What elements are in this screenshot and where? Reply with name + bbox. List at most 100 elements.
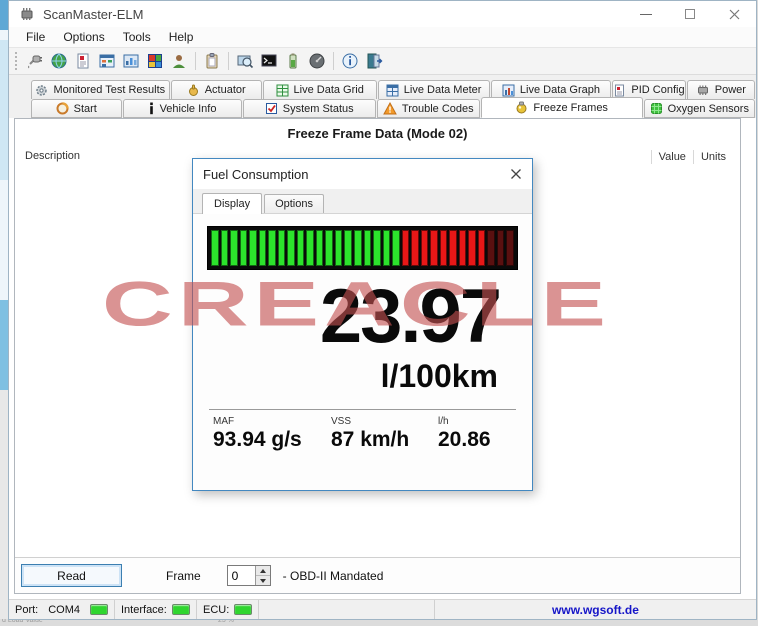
port-led-icon [89, 604, 108, 615]
tab-system-status[interactable]: System Status [242, 99, 376, 118]
tab-zone: Monitored Test Results Actuator Live Dat… [9, 75, 756, 118]
tab-vehicle-info[interactable]: Vehicle Info [122, 99, 242, 118]
connect-plug-icon[interactable] [23, 50, 47, 72]
menu-bar: File Options Tools Help [9, 27, 756, 48]
column-divider [692, 150, 694, 164]
tab-live-data-grid[interactable]: Live Data Grid [262, 80, 377, 99]
window-controls [624, 1, 756, 27]
gauge-segment [506, 230, 514, 266]
tab-label: Live Data Grid [293, 84, 364, 96]
gauge-segment [468, 230, 476, 266]
gauge-segment [287, 230, 295, 266]
gauge-segment [344, 230, 352, 266]
tab-oxygen-sensors[interactable]: Oxygen Sensors [643, 99, 755, 118]
background-block [0, 0, 8, 30]
dialog-title: Fuel Consumption [203, 166, 309, 182]
tab-label: PID Config [631, 84, 685, 96]
minimize-icon [640, 13, 652, 15]
reading-label: MAF [213, 415, 235, 427]
toolbar-separator [228, 52, 229, 70]
gauge-segment [211, 230, 219, 266]
gauge-segment [249, 230, 257, 266]
gauge-segment [449, 230, 457, 266]
report-icon[interactable] [71, 50, 95, 72]
status-spacer [259, 600, 435, 619]
tab-label: Start [73, 102, 97, 115]
tab-label: Freeze Frames [533, 101, 608, 114]
data-meter-icon[interactable] [119, 50, 143, 72]
frame-label: Frame [166, 568, 201, 583]
read-button[interactable]: Read [21, 564, 122, 587]
minimize-button[interactable] [624, 1, 668, 27]
menu-options[interactable]: Options [54, 28, 113, 46]
info-icon[interactable] [338, 50, 362, 72]
warning-icon [383, 102, 397, 115]
tab-live-data-meter[interactable]: Live Data Meter [377, 80, 490, 99]
dialog-close-icon[interactable] [510, 168, 522, 180]
tab-power[interactable]: Power [686, 80, 755, 99]
dialog-tab-display[interactable]: Display [202, 193, 263, 214]
tab-monitored-test-results[interactable]: Monitored Test Results [31, 80, 170, 99]
gauge-segment [258, 230, 267, 266]
dialog-body: 23.97 l/100km MAF 93.94 g/s VSS 87 km/h … [193, 214, 532, 490]
search-screen-icon[interactable] [233, 50, 257, 72]
exit-icon[interactable] [362, 50, 386, 72]
gauge-segment [420, 230, 429, 266]
gauge-segment [306, 230, 314, 266]
terminal-icon[interactable] [257, 50, 281, 72]
gauge-segment [401, 230, 410, 266]
reading-label: l/h [438, 415, 449, 427]
toolbar-separator [195, 52, 196, 70]
gauge-segment [353, 230, 362, 266]
ecu-led-icon [234, 604, 252, 615]
tab-start[interactable]: Start [31, 99, 122, 118]
gauge-segment [439, 230, 448, 266]
website-link[interactable]: www.wgsoft.de [552, 603, 639, 617]
dialog-title-bar: Fuel Consumption [193, 159, 532, 189]
clipboard-icon[interactable] [200, 50, 224, 72]
oxygen-icon [650, 102, 663, 115]
battery-icon[interactable] [281, 50, 305, 72]
fuel-gauge [207, 226, 518, 270]
menu-help[interactable]: Help [160, 28, 203, 46]
status-bar: Port: COM4 Interface: ECU: www.wgsoft.de [9, 599, 756, 619]
info-i-icon [148, 102, 155, 115]
frame-input[interactable] [227, 566, 255, 585]
column-value: Value [658, 151, 686, 163]
background-block [0, 40, 8, 180]
gauge-segment [220, 230, 229, 266]
tab-label: Power [714, 84, 746, 96]
gauge-segment [363, 230, 372, 266]
tab-actuator[interactable]: Actuator [170, 80, 262, 99]
toolbar-grip [15, 52, 19, 70]
status-ecu: ECU: [197, 600, 259, 619]
maximize-button[interactable] [668, 1, 712, 27]
spin-down-button[interactable] [255, 576, 270, 585]
web-globe-icon[interactable] [47, 50, 71, 72]
close-button[interactable] [712, 1, 756, 27]
gauge-segment [496, 230, 505, 266]
gauge-segment [373, 230, 381, 266]
tab-freeze-frames[interactable]: Freeze Frames [480, 97, 643, 118]
tab-trouble-codes[interactable]: Trouble Codes [376, 99, 480, 118]
menu-file[interactable]: File [17, 28, 54, 46]
dialog-tab-options[interactable]: Options [264, 194, 324, 213]
gauge-icon[interactable] [305, 50, 329, 72]
maximize-icon [685, 9, 695, 19]
background-block [0, 390, 8, 626]
interface-label: Interface: [121, 603, 167, 616]
column-units: Units [700, 151, 726, 163]
port-value: COM4 [48, 603, 80, 616]
user-icon[interactable] [167, 50, 191, 72]
tab-row-2: Start Vehicle Info System Status Trouble… [9, 97, 756, 118]
menu-tools[interactable]: Tools [114, 28, 160, 46]
spin-up-button[interactable] [255, 566, 270, 576]
frame-spinner[interactable] [226, 565, 271, 586]
window-panels-icon[interactable] [143, 50, 167, 72]
tab-label: Monitored Test Results [53, 84, 166, 96]
arrow-down-icon [259, 578, 266, 583]
gauge-segment [382, 230, 391, 266]
gauge-segment [239, 230, 248, 266]
gauge-segment [230, 230, 238, 266]
data-grid-icon[interactable] [95, 50, 119, 72]
